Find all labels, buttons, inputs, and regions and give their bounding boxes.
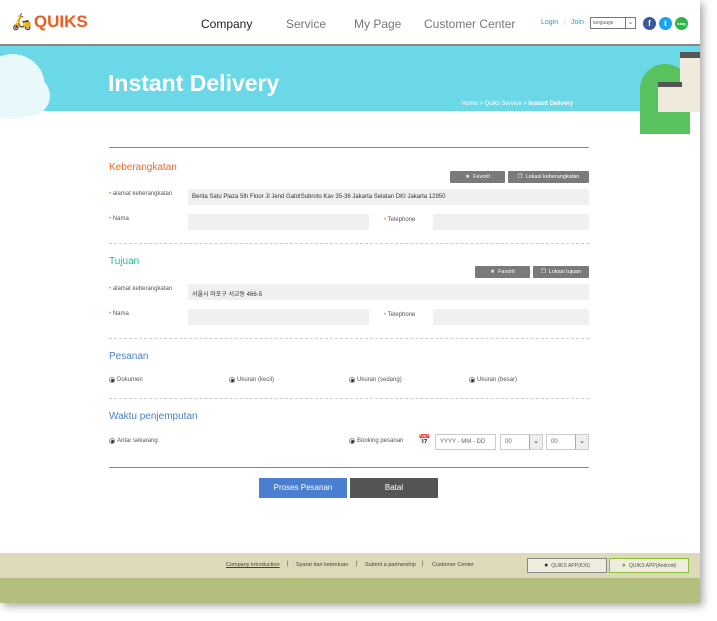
page-title: Instant Delivery — [108, 70, 280, 96]
departure-phone-field[interactable] — [433, 214, 589, 230]
chevron-down-icon: ⌄ — [575, 435, 588, 449]
radio-deliver-now[interactable]: Antar sekarang — [109, 438, 158, 444]
divider: | — [422, 561, 424, 567]
departure-title: Keberangkatan — [109, 162, 177, 173]
departure-name-label: Nama — [109, 216, 129, 222]
blog-icon[interactable]: blog — [675, 17, 688, 30]
radio-booking[interactable]: Booking pesanan — [349, 438, 403, 444]
nav-company[interactable]: Company — [201, 17, 252, 31]
calendar-icon[interactable]: 📅 — [418, 435, 430, 446]
nav-customer-center[interactable]: Customer Center — [424, 17, 515, 31]
building-decoration — [658, 82, 682, 112]
hour-select[interactable]: 00 ⌄ — [500, 434, 543, 450]
star-icon: ★ — [490, 269, 496, 275]
copy-icon: ❐ — [540, 269, 546, 275]
destination-name-field[interactable] — [188, 309, 369, 325]
date-input[interactable]: YYYY - MM - DD — [435, 434, 496, 450]
departure-favorite-button[interactable]: ★ Favorit — [450, 171, 505, 183]
page-banner: Instant Delivery · Home > Quiks Service … — [0, 44, 700, 134]
building-decoration — [680, 52, 700, 112]
pickup-title: Waktu penjemputan — [109, 411, 198, 422]
footer-company-link[interactable]: Company introduction — [226, 562, 280, 568]
destination-favorite-button[interactable]: ★ Favorit — [475, 266, 530, 278]
divider: | — [356, 561, 358, 567]
footer-terms-link[interactable]: Syarat dan ketentuan — [296, 562, 348, 568]
destination-phone-label: Telephone — [384, 312, 416, 318]
cancel-button[interactable]: Batal — [350, 478, 438, 498]
footer-customer-center-link[interactable]: Customer Center — [432, 562, 474, 568]
radio-large[interactable]: Ukuran (besar) — [469, 377, 517, 383]
android-icon: ● — [621, 562, 626, 569]
submit-order-button[interactable]: Proses Pesanan — [259, 478, 347, 498]
destination-title: Tujuan — [109, 256, 140, 267]
order-title: Pesanan — [109, 351, 149, 362]
apple-icon: ● — [544, 562, 549, 569]
nav-service[interactable]: Service — [286, 17, 326, 31]
breadcrumb-service[interactable]: Quiks Service — [485, 101, 522, 107]
destination-address-field[interactable]: 서울시 마포구 서교동 466-5 — [188, 284, 589, 300]
divider: | — [287, 561, 289, 567]
breadcrumb-home[interactable]: Home — [462, 101, 478, 107]
chevron-down-icon: ⌄ — [625, 18, 635, 28]
logo[interactable]: 🛵 QUIKS — [12, 12, 88, 32]
destination-address-label: alamat keberangkatan — [109, 286, 172, 292]
login-link[interactable]: Login — [541, 19, 558, 26]
radio-medium[interactable]: Ukuran (sedang) — [349, 377, 402, 383]
android-app-button[interactable]: ● QUIKS APP(Android) — [609, 558, 689, 573]
motorbike-icon: 🛵 — [12, 14, 32, 31]
departure-phone-label: Telephone — [384, 217, 416, 223]
cloud-decoration — [0, 76, 50, 116]
minute-select[interactable]: 00 ⌄ — [546, 434, 589, 450]
facebook-icon[interactable]: f — [643, 17, 656, 30]
radio-small[interactable]: Ukuran (kecil) — [229, 377, 274, 383]
divider: | — [564, 19, 566, 26]
join-link[interactable]: Join — [571, 19, 584, 26]
chevron-down-icon: ⌄ — [529, 435, 542, 449]
breadcrumb-current: Instant Delivery — [528, 101, 574, 107]
language-select[interactable]: language ⌄ — [590, 17, 636, 29]
twitter-icon[interactable]: t — [659, 17, 672, 30]
radio-dokumen[interactable]: Dokumen — [109, 377, 143, 383]
breadcrumb: · Home > Quiks Service > Instant Deliver… — [458, 101, 574, 107]
departure-location-button[interactable]: ❐ Lokasi keberangkatan — [508, 171, 589, 183]
footer-bottom — [0, 578, 700, 603]
footer: Company introduction | Syarat dan ketent… — [0, 553, 700, 578]
star-icon: ★ — [465, 174, 471, 180]
page: 🛵 QUIKS Company Service My Page Customer… — [0, 0, 700, 603]
footer-partnership-link[interactable]: Submit a partnership — [365, 562, 416, 568]
ios-app-button[interactable]: ● QUIKS APP(IOS) — [527, 558, 607, 573]
destination-location-button[interactable]: ❐ Lokasi tujuan — [533, 266, 589, 278]
departure-address-field[interactable]: Berita Satu Plaza 5th Floor Jl Jend Gato… — [188, 189, 589, 205]
departure-name-field[interactable] — [188, 214, 369, 230]
destination-phone-field[interactable] — [433, 309, 589, 325]
departure-address-label: alamat keberangkatan — [109, 191, 172, 197]
nav-my-page[interactable]: My Page — [354, 17, 401, 31]
destination-name-label: Nama — [109, 311, 129, 317]
copy-icon: ❐ — [517, 174, 523, 180]
